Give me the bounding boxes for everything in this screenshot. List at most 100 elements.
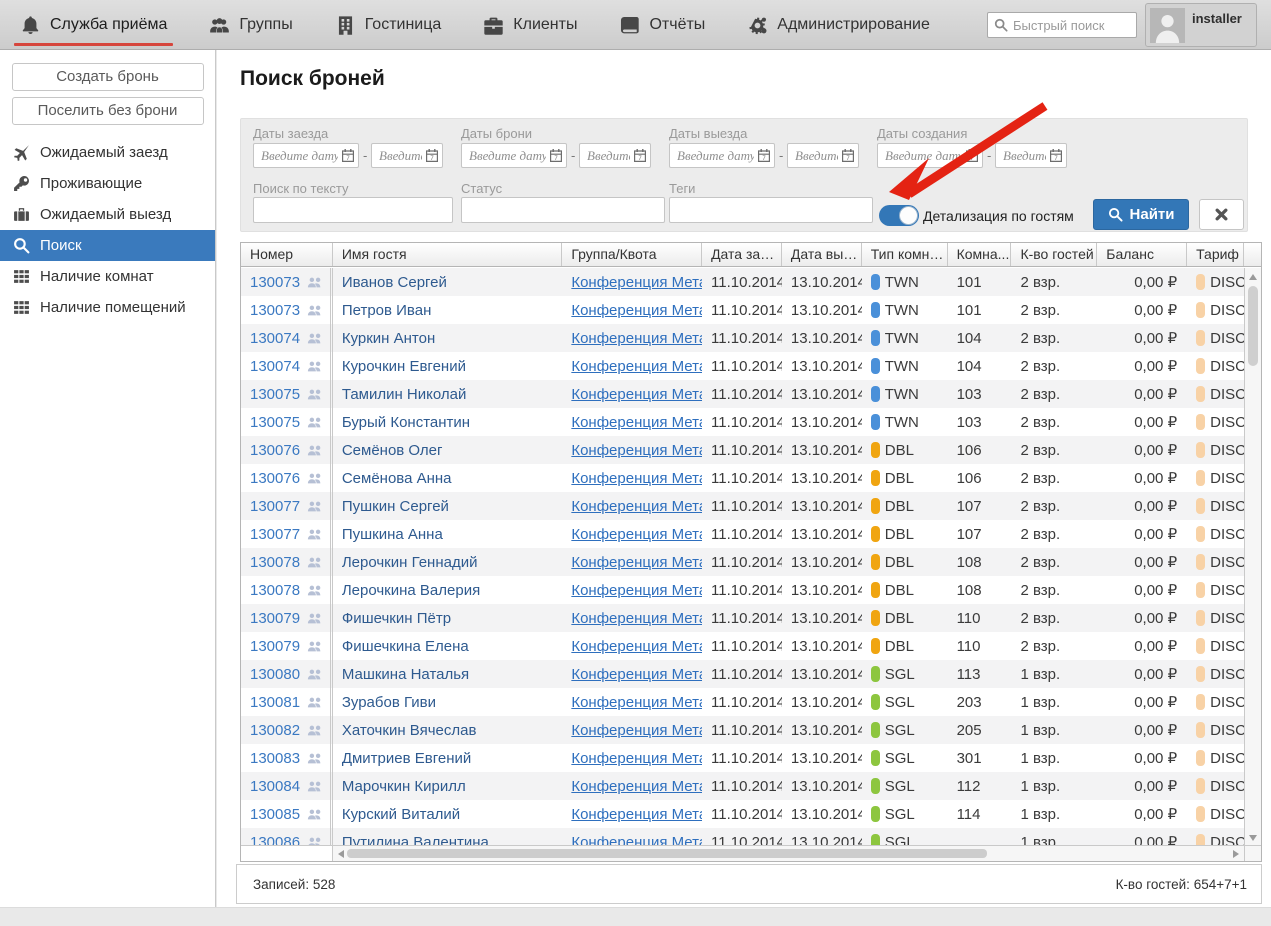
cell-booking-number[interactable]: 130082 — [241, 716, 333, 744]
group-link[interactable]: Конференция Металлу — [571, 610, 702, 627]
column-header[interactable]: Дата вые... — [782, 243, 862, 266]
calendar-icon[interactable] — [633, 148, 647, 163]
text-filter-input[interactable] — [669, 197, 873, 223]
cell-guest-name[interactable]: Куркин Антон — [333, 324, 563, 352]
group-link[interactable]: Конференция Металлу — [571, 582, 702, 599]
table-row[interactable]: 130079 Фишечкина Елена Конференция Метал… — [241, 632, 1244, 660]
cell-booking-number[interactable]: 130076 — [241, 464, 333, 492]
group-link[interactable]: Конференция Металлу — [571, 498, 702, 515]
cell-guest-name[interactable]: Курский Виталий — [333, 800, 563, 828]
checkin-without-booking-button[interactable]: Поселить без брони — [11, 97, 204, 125]
find-button[interactable]: Найти — [1093, 199, 1189, 230]
cell-guest-name[interactable]: Семёнова Анна — [333, 464, 563, 492]
booking-number[interactable]: 130079 — [250, 610, 300, 627]
table-row[interactable]: 130080 Машкина Наталья Конференция Метал… — [241, 660, 1244, 688]
table-row[interactable]: 130073 Петров Иван Конференция Металлу 1… — [241, 296, 1244, 324]
nav-tab[interactable]: Гостиница — [335, 0, 441, 50]
table-row[interactable]: 130074 Курочкин Евгений Конференция Мета… — [241, 352, 1244, 380]
booking-number[interactable]: 130075 — [250, 386, 300, 403]
booking-number[interactable]: 130078 — [250, 554, 300, 571]
calendar-icon[interactable] — [965, 148, 979, 163]
booking-number[interactable]: 130080 — [250, 666, 300, 683]
group-link[interactable]: Конференция Металлу — [571, 526, 702, 543]
group-link[interactable]: Конференция Металлу — [571, 358, 702, 375]
booking-number[interactable]: 130081 — [250, 694, 300, 711]
cell-guest-name[interactable]: Лерочкин Геннадий — [333, 548, 563, 576]
calendar-icon[interactable] — [1049, 148, 1063, 163]
table-row[interactable]: 130075 Тамилин Николай Конференция Метал… — [241, 380, 1244, 408]
group-link[interactable]: Конференция Металлу — [571, 750, 702, 767]
cell-guest-name[interactable]: Курочкин Евгений — [333, 352, 563, 380]
nav-tab[interactable]: Отчёты — [619, 0, 705, 50]
cell-booking-number[interactable]: 130078 — [241, 576, 333, 604]
table-row[interactable]: 130078 Лерочкина Валерия Конференция Мет… — [241, 576, 1244, 604]
booking-number[interactable]: 130077 — [250, 498, 300, 515]
column-header[interactable]: Номер — [241, 243, 333, 266]
booking-number[interactable]: 130085 — [250, 806, 300, 823]
table-row[interactable]: 130081 Зурабов Гиви Конференция Металлу … — [241, 688, 1244, 716]
text-filter-input[interactable] — [461, 197, 665, 223]
cell-guest-name[interactable]: Машкина Наталья — [333, 660, 563, 688]
cell-booking-number[interactable]: 130073 — [241, 268, 333, 296]
booking-number[interactable]: 130079 — [250, 638, 300, 655]
cell-booking-number[interactable]: 130084 — [241, 772, 333, 800]
column-header[interactable]: Тип комнаты — [862, 243, 948, 266]
column-header[interactable]: Комна... — [948, 243, 1012, 266]
booking-number[interactable]: 130078 — [250, 582, 300, 599]
cell-guest-name[interactable]: Фишечкин Пётр — [333, 604, 563, 632]
group-link[interactable]: Конференция Металлу — [571, 302, 702, 319]
group-link[interactable]: Конференция Металлу — [571, 554, 702, 571]
column-header[interactable]: Имя гостя — [333, 243, 563, 266]
quick-search-input[interactable] — [1013, 17, 1123, 33]
cell-booking-number[interactable]: 130079 — [241, 632, 333, 660]
calendar-icon[interactable] — [425, 148, 439, 163]
cell-guest-name[interactable]: Бурый Константин — [333, 408, 563, 436]
clear-filters-button[interactable] — [1199, 199, 1244, 230]
cell-booking-number[interactable]: 130074 — [241, 352, 333, 380]
table-body[interactable]: 130073 Иванов Сергей Конференция Металлу… — [241, 268, 1244, 847]
booking-number[interactable]: 130076 — [250, 470, 300, 487]
nav-tab[interactable]: Группы — [209, 0, 293, 50]
table-row[interactable]: 130083 Дмитриев Евгений Конференция Мета… — [241, 744, 1244, 772]
scroll-right-arrow[interactable] — [1233, 850, 1239, 858]
table-row[interactable]: 130078 Лерочкин Геннадий Конференция Мет… — [241, 548, 1244, 576]
cell-guest-name[interactable]: Семёнов Олег — [333, 436, 563, 464]
sidebar-item[interactable]: Наличие комнат — [0, 261, 215, 292]
cell-booking-number[interactable]: 130075 — [241, 380, 333, 408]
booking-number[interactable]: 130076 — [250, 442, 300, 459]
calendar-icon[interactable] — [841, 148, 855, 163]
vertical-scroll-thumb[interactable] — [1248, 286, 1258, 366]
cell-guest-name[interactable]: Марочкин Кирилл — [333, 772, 563, 800]
user-menu[interactable]: installer — [1145, 3, 1257, 47]
column-header[interactable] — [1244, 243, 1261, 266]
cell-booking-number[interactable]: 130075 — [241, 408, 333, 436]
calendar-icon[interactable] — [549, 148, 563, 163]
group-link[interactable]: Конференция Металлу — [571, 386, 702, 403]
column-header[interactable]: Баланс — [1097, 243, 1188, 266]
cell-guest-name[interactable]: Иванов Сергей — [333, 268, 563, 296]
table-row[interactable]: 130079 Фишечкин Пётр Конференция Металлу… — [241, 604, 1244, 632]
sidebar-item[interactable]: Поиск — [0, 230, 215, 261]
booking-number[interactable]: 130073 — [250, 302, 300, 319]
calendar-icon[interactable] — [341, 148, 355, 163]
sidebar-item[interactable]: Ожидаемый выезд — [0, 199, 215, 230]
horizontal-scroll-thumb[interactable] — [347, 849, 987, 858]
group-link[interactable]: Конференция Металлу — [571, 806, 702, 823]
group-link[interactable]: Конференция Металлу — [571, 274, 702, 291]
cell-booking-number[interactable]: 130077 — [241, 520, 333, 548]
calendar-icon[interactable] — [757, 148, 771, 163]
cell-booking-number[interactable]: 130076 — [241, 436, 333, 464]
table-row[interactable]: 130077 Пушкина Анна Конференция Металлу … — [241, 520, 1244, 548]
cell-booking-number[interactable]: 130079 — [241, 604, 333, 632]
cell-guest-name[interactable]: Хаточкин Вячеслав — [333, 716, 563, 744]
cell-guest-name[interactable]: Пушкин Сергей — [333, 492, 563, 520]
booking-number[interactable]: 130074 — [250, 330, 300, 347]
table-row[interactable]: 130077 Пушкин Сергей Конференция Металлу… — [241, 492, 1244, 520]
group-link[interactable]: Конференция Металлу — [571, 722, 702, 739]
cell-booking-number[interactable]: 130081 — [241, 688, 333, 716]
cell-booking-number[interactable]: 130083 — [241, 744, 333, 772]
nav-tab[interactable]: Администрирование — [747, 0, 930, 50]
booking-number[interactable]: 130083 — [250, 750, 300, 767]
group-link[interactable]: Конференция Металлу — [571, 470, 702, 487]
group-link[interactable]: Конференция Металлу — [571, 442, 702, 459]
